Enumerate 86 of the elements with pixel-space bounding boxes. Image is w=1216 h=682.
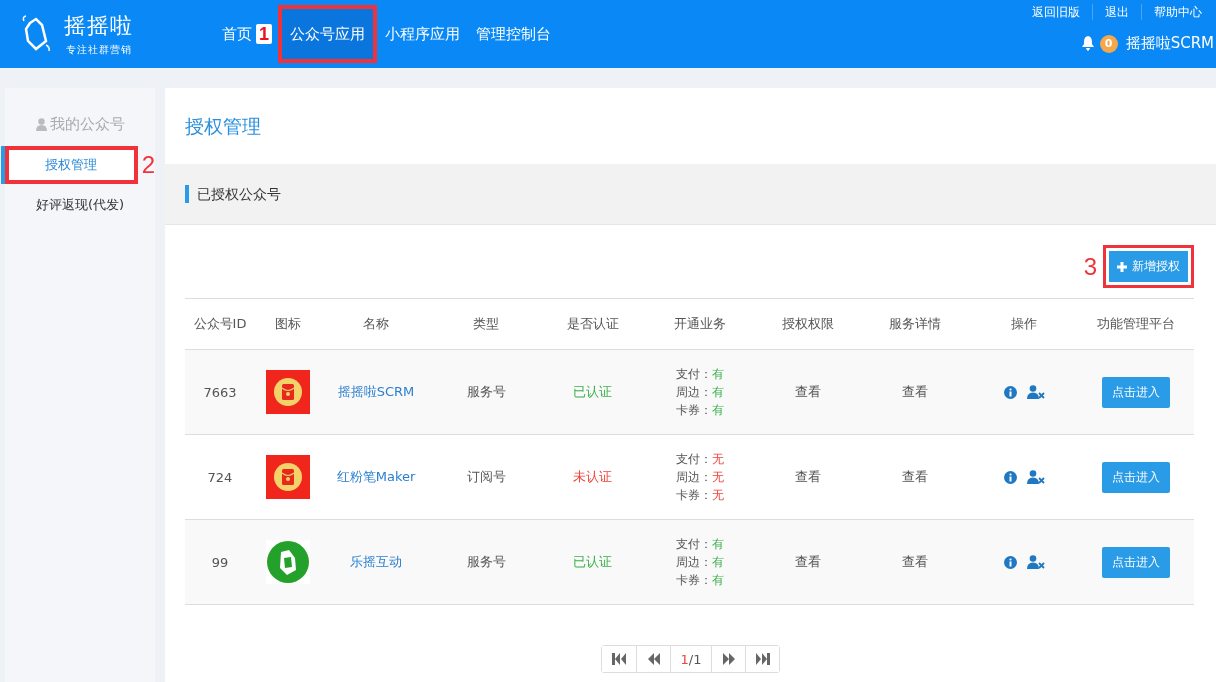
- table-cell: 7663: [203, 384, 237, 400]
- envelope-icon: [265, 455, 310, 499]
- annotation-number: 3: [1083, 252, 1097, 281]
- sidebar-item[interactable]: 好评返现(代发): [5, 190, 155, 220]
- service-value: 有: [712, 537, 724, 551]
- user-icon: [35, 118, 47, 131]
- column-header: 授权权限: [780, 315, 835, 333]
- logo-subtitle: 专注社群营销: [65, 43, 132, 57]
- service-value: 无: [712, 470, 724, 484]
- info-icon[interactable]: [1003, 385, 1017, 399]
- info-icon[interactable]: [1003, 555, 1017, 569]
- service-label: 支付：: [676, 452, 712, 466]
- nav-tab[interactable]: 小程序应用: [377, 0, 468, 68]
- view-link[interactable]: 查看: [794, 383, 821, 401]
- fast-forward-icon: [722, 653, 735, 665]
- service-value: 无: [712, 452, 724, 466]
- plus-icon: [1117, 261, 1127, 272]
- logo-title: 摇摇啦: [64, 12, 133, 40]
- annotation-number: 2: [141, 151, 155, 179]
- last-page-button[interactable]: [745, 646, 779, 672]
- envelope-icon: [265, 370, 310, 414]
- info-icon[interactable]: [1003, 470, 1017, 484]
- service-label: 支付：: [676, 537, 712, 551]
- table-cell: 724: [207, 469, 233, 485]
- account-name-link[interactable]: 乐摇互动: [350, 553, 402, 571]
- column-header: 名称: [362, 315, 390, 333]
- nav-tab[interactable]: 管理控制台: [468, 0, 559, 68]
- service-label: 周边：: [676, 555, 712, 569]
- column-header: 操作: [1010, 315, 1038, 333]
- rewind-icon: [647, 653, 660, 665]
- service-value: 有: [712, 403, 724, 417]
- page-title: 授权管理: [185, 114, 262, 139]
- page-total: /1: [688, 651, 702, 667]
- view-link[interactable]: 查看: [902, 468, 928, 486]
- last-page-icon: [755, 653, 770, 665]
- bell-icon[interactable]: [1080, 36, 1095, 51]
- view-link[interactable]: 查看: [902, 383, 928, 401]
- service-value: 有: [712, 385, 724, 399]
- table-cell: 订阅号: [466, 468, 506, 486]
- service-value: 有: [712, 367, 724, 381]
- remove-user-icon[interactable]: [1026, 385, 1045, 399]
- service-label: 卡券：: [676, 573, 712, 587]
- first-page-icon: [612, 653, 626, 665]
- table-cell: 99: [211, 554, 229, 570]
- service-label: 卡券：: [676, 403, 712, 417]
- service-label: 周边：: [676, 385, 712, 399]
- enter-button[interactable]: 点击进入: [1102, 546, 1170, 578]
- section-title: 已授权公众号: [185, 185, 281, 203]
- column-header: 服务详情: [888, 315, 942, 333]
- table-cell: 服务号: [466, 383, 506, 401]
- mascot-logo-icon: [265, 540, 310, 584]
- view-link[interactable]: 查看: [794, 553, 821, 571]
- column-header: 功能管理平台: [1096, 315, 1176, 333]
- nav-tab[interactable]: 公众号应用: [278, 5, 377, 63]
- current-page: 1: [680, 651, 689, 667]
- column-header: 公众号ID: [192, 315, 248, 333]
- service-value: 无: [712, 488, 724, 502]
- verification-status: 已认证: [573, 553, 612, 571]
- service-label: 周边：: [676, 470, 712, 484]
- remove-user-icon[interactable]: [1026, 555, 1045, 569]
- service-label: 支付：: [676, 367, 712, 381]
- enter-button[interactable]: 点击进入: [1102, 376, 1170, 408]
- service-label: 卡券：: [676, 488, 712, 502]
- service-value: 有: [712, 555, 724, 569]
- remove-user-icon[interactable]: [1026, 470, 1045, 484]
- view-link[interactable]: 查看: [902, 553, 928, 571]
- sidebar-heading: 我的公众号: [49, 115, 125, 134]
- verification-status: 已认证: [573, 383, 612, 401]
- account-name-link[interactable]: 红粉笔Maker: [336, 468, 416, 486]
- view-link[interactable]: 查看: [794, 468, 821, 486]
- header-link[interactable]: 返回旧版: [1020, 4, 1092, 20]
- header-link[interactable]: 退出: [1092, 4, 1141, 20]
- column-header: 图标: [273, 315, 302, 333]
- enter-button[interactable]: 点击进入: [1102, 461, 1170, 493]
- service-value: 有: [712, 573, 724, 587]
- notification-badge: 0: [1099, 34, 1118, 53]
- column-header: 是否认证: [565, 315, 620, 333]
- verification-status: 未认证: [573, 468, 612, 486]
- table-cell: 服务号: [466, 553, 506, 571]
- account-name-link[interactable]: 摇摇啦SCRM: [337, 383, 415, 401]
- column-header: 类型: [472, 315, 500, 333]
- column-header: 开通业务: [673, 315, 727, 333]
- account-name[interactable]: 摇摇啦SCRM: [1125, 34, 1214, 53]
- header-link[interactable]: 帮助中心: [1141, 4, 1214, 20]
- annotation-number: 1: [256, 24, 272, 44]
- add-authorization-button[interactable]: 新增授权: [1109, 251, 1188, 282]
